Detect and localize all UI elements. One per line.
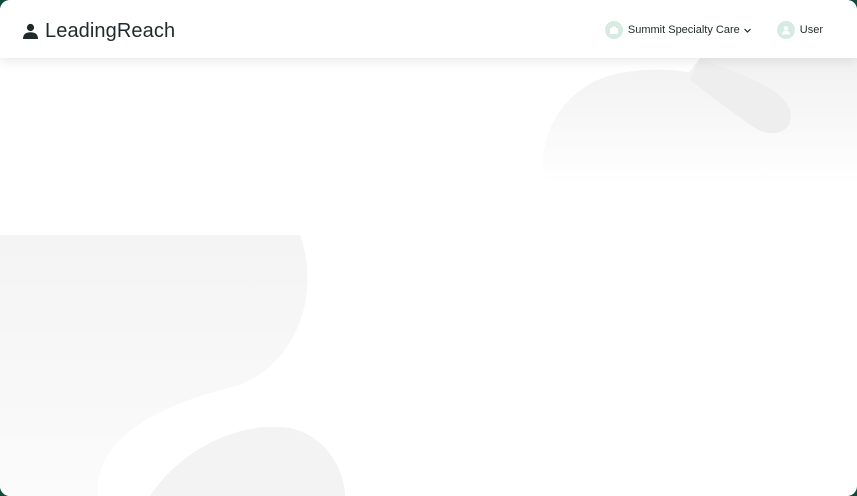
user-icon bbox=[781, 26, 790, 35]
top-header: LeadingReach Summit Specialty Care User bbox=[0, 0, 857, 58]
organization-selector[interactable]: Summit Specialty Care bbox=[604, 21, 752, 39]
user-menu[interactable]: User bbox=[776, 21, 823, 39]
org-avatar bbox=[604, 21, 623, 39]
brand-logo[interactable]: LeadingReach bbox=[22, 17, 175, 45]
background-decoration bbox=[0, 58, 857, 496]
user-avatar bbox=[776, 21, 795, 39]
chevron-down-icon bbox=[743, 28, 751, 33]
app-window: LeadingReach Summit Specialty Care User bbox=[0, 0, 857, 496]
header-actions: Summit Specialty Care User bbox=[604, 20, 823, 40]
building-icon bbox=[609, 26, 618, 34]
bg-shape-bottom bbox=[150, 426, 345, 496]
user-name: User bbox=[799, 24, 823, 36]
person-icon bbox=[23, 23, 38, 39]
brand-name: LeadingReach bbox=[45, 19, 176, 42]
organization-name: Summit Specialty Care bbox=[627, 24, 740, 36]
